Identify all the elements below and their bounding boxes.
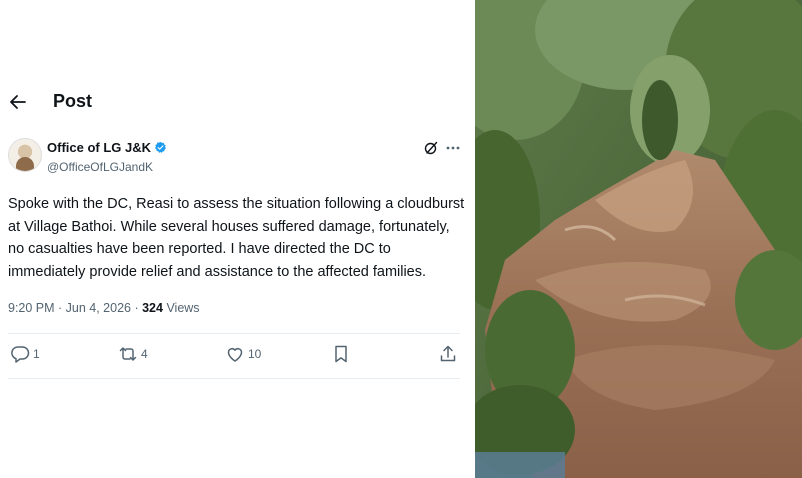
post-meta: 9:20 PM · Jun 4, 2026 · 324 Views [8, 301, 200, 315]
like-icon [227, 348, 243, 362]
action-bar: 1 4 10 [8, 344, 460, 370]
verified-badge-icon [155, 141, 166, 153]
post-timestamp[interactable]: 9:20 PM · Jun 4, 2026 · [8, 301, 142, 315]
author-handle[interactable]: @OfficeOfLGJandK [47, 160, 153, 174]
post-header: Post [0, 86, 475, 120]
views-label: Views [162, 301, 200, 315]
post-panel: Post Office of LG J&K @OfficeOfLGJandK S… [0, 0, 475, 478]
reply-icon [11, 346, 30, 363]
flood-photo [475, 0, 802, 478]
post-text: Spoke with the DC, Reasi to assess the s… [8, 196, 465, 280]
avatar[interactable] [8, 138, 42, 172]
reply-button[interactable]: 1 [10, 344, 40, 364]
divider [8, 333, 460, 334]
repost-icon [119, 347, 137, 361]
bookmark-button[interactable] [331, 344, 351, 364]
author-name-line: Office of LG J&K [47, 140, 167, 155]
grok-icon[interactable] [423, 140, 439, 156]
share-button[interactable] [438, 344, 458, 364]
like-count: 10 [248, 347, 262, 361]
bookmark-icon [335, 345, 347, 363]
divider [8, 378, 460, 379]
page-title: Post [53, 91, 93, 111]
more-icon[interactable] [446, 140, 460, 156]
repost-count: 4 [141, 347, 148, 361]
like-button[interactable]: 10 [225, 344, 261, 364]
views-count: 324 [142, 301, 163, 315]
flood-scene-image [475, 0, 802, 478]
repost-button[interactable]: 4 [118, 344, 148, 364]
share-icon [440, 345, 456, 362]
back-arrow-icon[interactable] [8, 92, 28, 112]
author-name[interactable]: Office of LG J&K [47, 140, 151, 155]
reply-count: 1 [33, 347, 40, 361]
